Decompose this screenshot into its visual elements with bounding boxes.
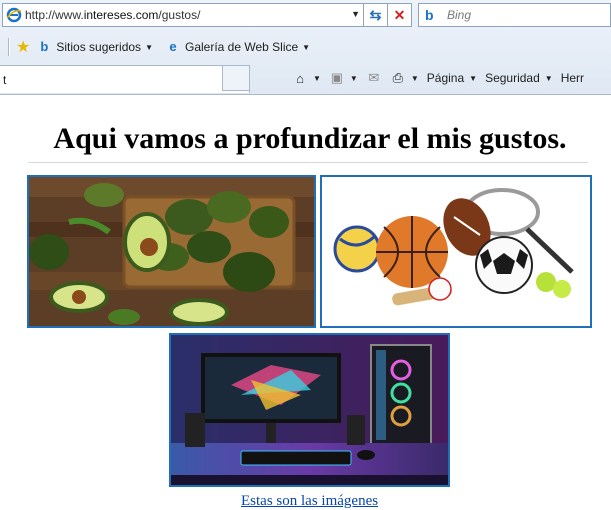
- bing-icon: b: [40, 39, 49, 54]
- command-bar: ⌂ ▼ ▣ ▼ ✉ ⎙ ▼ Página ▼ Seguridad ▼ Herr: [292, 67, 592, 89]
- home-icon: ⌂: [296, 70, 304, 86]
- tab-current[interactable]: t: [0, 65, 250, 93]
- command-row: t ⌂ ▼ ▣ ▼ ✉ ⎙ ▼ Página ▼ Seguridad ▼ Her…: [0, 63, 611, 93]
- sports-balls-illustration: [322, 177, 590, 326]
- avocado-illustration: [29, 177, 314, 326]
- url-prefix: http://www.: [25, 8, 84, 22]
- tools-menu-label: Herr: [560, 71, 585, 85]
- avocado-image: [27, 175, 316, 328]
- gaming-setup-image: [169, 333, 450, 487]
- feeds-button[interactable]: ▣ ▼: [329, 70, 358, 86]
- chevron-down-icon: ▼: [410, 73, 419, 83]
- page-content: Aqui vamos a profundizar el mis gustos.: [0, 96, 611, 510]
- bing-icon: b: [425, 7, 434, 23]
- favorites-item-label: Sitios sugeridos: [56, 40, 142, 54]
- divider: [28, 162, 588, 163]
- security-menu-label: Seguridad: [485, 71, 540, 85]
- favorites-item-label: Galería de Web Slice: [184, 40, 299, 54]
- refresh-button[interactable]: ⇆: [364, 3, 388, 27]
- search-input[interactable]: b Bing: [418, 3, 611, 27]
- url-path: /gustos/: [158, 8, 201, 22]
- images-link[interactable]: Estas son las imágenes: [241, 493, 378, 510]
- chevron-down-icon: ▼: [302, 42, 311, 52]
- chevron-down-icon: ▼: [313, 73, 321, 83]
- ie-icon: [6, 7, 22, 23]
- tab-label: t: [3, 72, 7, 87]
- home-button[interactable]: ⌂ ▼: [292, 70, 321, 86]
- chevron-down-icon: ▼: [544, 73, 553, 83]
- mail-button[interactable]: ✉: [366, 70, 382, 86]
- address-bar[interactable]: http://www.intereses.com/gustos/ ▼: [2, 3, 364, 27]
- address-url: http://www.intereses.com/gustos/: [25, 8, 200, 22]
- page-title: Aqui vamos a profundizar el mis gustos.: [53, 122, 567, 155]
- refresh-icon: ⇆: [369, 6, 382, 23]
- page-menu-label: Página: [426, 71, 465, 85]
- sports-balls-image: [320, 175, 592, 328]
- close-icon: ✕: [393, 6, 406, 23]
- search-placeholder: Bing: [447, 8, 472, 22]
- favorites-item-web-slice-gallery[interactable]: e Galería de Web Slice ▼: [165, 39, 310, 55]
- address-row: http://www.intereses.com/gustos/ ▼ ⇆ ✕ b…: [0, 2, 611, 28]
- address-dropdown-icon[interactable]: ▼: [351, 9, 360, 19]
- ie-icon: e: [169, 39, 177, 54]
- stop-button[interactable]: ✕: [388, 3, 412, 27]
- print-button[interactable]: ⎙ ▼: [390, 70, 419, 86]
- chevron-down-icon: ▼: [145, 42, 153, 52]
- chevron-down-icon: ▼: [349, 73, 358, 83]
- gaming-setup-illustration: [171, 335, 448, 485]
- mail-icon: ✉: [368, 70, 380, 85]
- favorites-bar: ★ b Sitios sugeridos ▼ e Galería de Web …: [0, 34, 611, 60]
- favorites-separator: [8, 38, 10, 56]
- chevron-down-icon: ▼: [469, 73, 478, 83]
- tools-menu[interactable]: Herr: [561, 71, 584, 85]
- rss-icon: ▣: [330, 70, 344, 85]
- favorites-item-suggested-sites[interactable]: b Sitios sugeridos ▼: [36, 39, 153, 55]
- print-icon: ⎙: [392, 70, 404, 85]
- new-tab-button[interactable]: [222, 65, 250, 91]
- favorites-star-icon[interactable]: ★: [16, 37, 30, 57]
- page-menu[interactable]: Página ▼: [427, 71, 477, 85]
- browser-chrome: http://www.intereses.com/gustos/ ▼ ⇆ ✕ b…: [0, 0, 611, 95]
- security-menu[interactable]: Seguridad ▼: [485, 71, 553, 85]
- url-domain: intereses.com: [83, 8, 159, 22]
